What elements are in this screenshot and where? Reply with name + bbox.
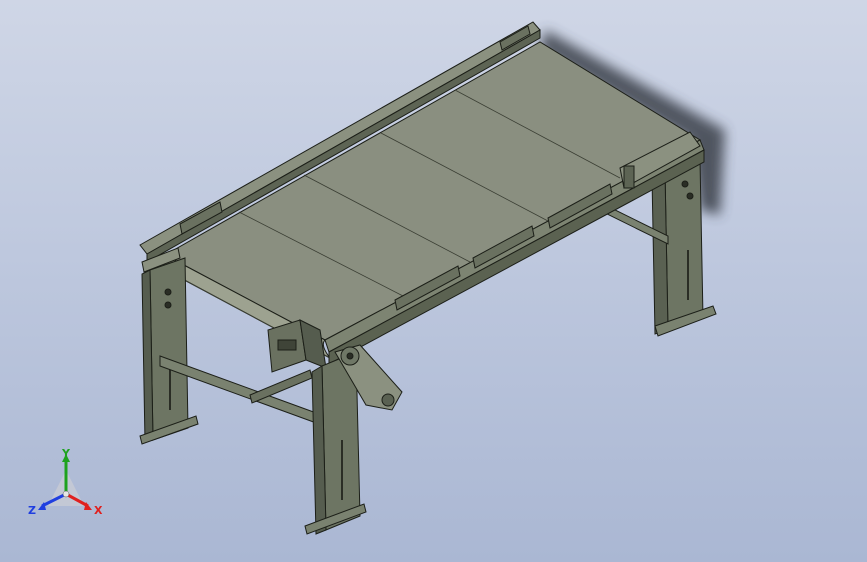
graphics-viewport[interactable]: Y X Z [0,0,867,562]
axis-triad: Y X Z [28,448,103,517]
conveyor-model[interactable] [0,0,867,562]
z-axis-label: Z [28,504,36,517]
y-axis-label: Y [61,448,71,460]
x-axis-label: X [94,504,103,517]
